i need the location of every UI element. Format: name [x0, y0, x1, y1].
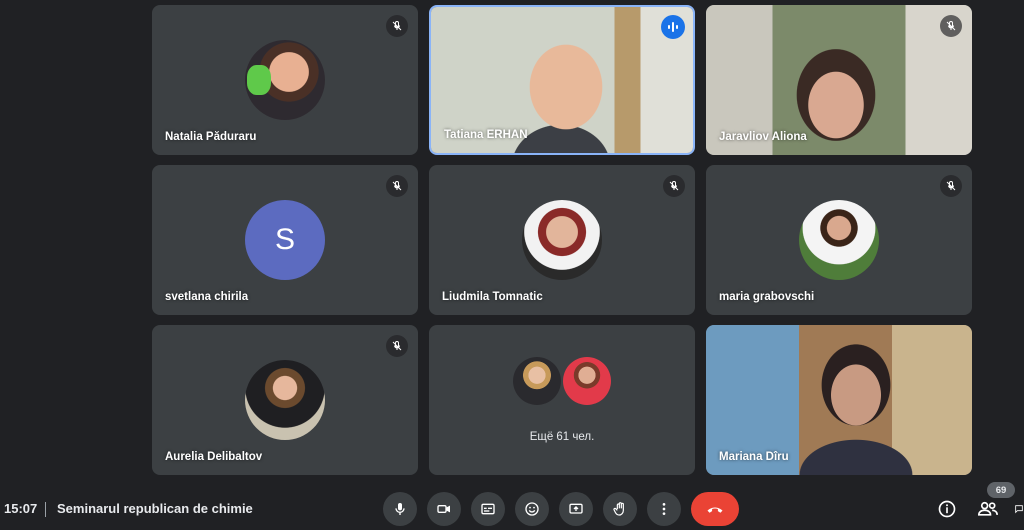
others-count-label: Ещё 61 чел.	[529, 431, 595, 443]
captions-button[interactable]	[471, 492, 505, 526]
avatar-decoration	[247, 65, 271, 95]
clock: 15:07	[4, 501, 38, 516]
participant-name: Mariana Dîru	[719, 451, 789, 463]
microphone-icon	[395, 503, 405, 515]
divider	[45, 502, 46, 517]
captions-icon	[481, 503, 495, 515]
avatar	[799, 200, 879, 280]
raise-hand-button[interactable]	[603, 492, 637, 526]
people-icon	[977, 501, 998, 516]
people-button[interactable]	[975, 496, 1001, 522]
emoji-icon	[525, 502, 539, 516]
speaking-indicator-icon	[661, 15, 685, 39]
participant-name: Liudmila Tomnatic	[442, 291, 543, 303]
meeting-info-button[interactable]	[934, 496, 960, 522]
avatar	[563, 357, 611, 405]
camera-button[interactable]	[427, 492, 461, 526]
microphone-button[interactable]	[383, 492, 417, 526]
avatar: S	[245, 200, 325, 280]
mic-off-icon	[386, 335, 408, 357]
mic-off-icon	[663, 175, 685, 197]
participant-name: Tatiana ERHAN	[444, 129, 528, 141]
hang-up-icon	[707, 507, 723, 513]
present-screen-button[interactable]	[559, 492, 593, 526]
meeting-title: Seminarul republican de chimie	[57, 501, 253, 516]
participant-tile[interactable]: Aurelia Delibaltov	[152, 325, 418, 475]
info-icon	[938, 500, 956, 518]
participant-tile[interactable]: Jaravliov Aliona	[706, 5, 972, 155]
avatar	[245, 360, 325, 440]
participant-name: svetlana chirila	[165, 291, 249, 303]
mic-off-icon	[386, 15, 408, 37]
participant-tile[interactable]: Natalia Păduraru	[152, 5, 418, 155]
avatar	[522, 200, 602, 280]
chat-icon	[1015, 505, 1023, 514]
emoji-button[interactable]	[515, 492, 549, 526]
mic-off-icon	[940, 175, 962, 197]
avatar	[513, 357, 561, 405]
participant-tile[interactable]: Liudmila Tomnatic	[429, 165, 695, 315]
mic-off-icon	[940, 15, 962, 37]
camera-icon	[437, 505, 450, 513]
participant-tile[interactable]: maria grabovschi	[706, 165, 972, 315]
participant-tile-active-speaker[interactable]: Tatiana ERHAN	[429, 5, 695, 155]
raise-hand-icon	[613, 502, 624, 516]
participant-name: Natalia Păduraru	[165, 131, 257, 143]
bottom-bar: 15:07 Seminarul republican de chimie	[0, 480, 1024, 530]
leave-call-button[interactable]	[691, 492, 739, 526]
others-tile[interactable]: Ещё 61 чел.	[429, 325, 695, 475]
participant-name: maria grabovschi	[719, 291, 815, 303]
mic-off-icon	[386, 175, 408, 197]
chat-button[interactable]	[1014, 496, 1024, 522]
participant-name: Jaravliov Aliona	[719, 131, 807, 143]
more-options-button[interactable]	[647, 492, 681, 526]
participant-name: Aurelia Delibaltov	[165, 451, 263, 463]
participant-tile[interactable]: Mariana Dîru	[706, 325, 972, 475]
present-screen-icon	[569, 503, 583, 514]
participant-grid: Natalia Păduraru Tatiana ERHAN Jaravliov…	[0, 0, 1024, 480]
participant-tile[interactable]: S svetlana chirila	[152, 165, 418, 315]
more-vert-icon	[662, 503, 666, 515]
avatar	[245, 40, 325, 120]
participant-count-badge: 69	[987, 482, 1015, 498]
